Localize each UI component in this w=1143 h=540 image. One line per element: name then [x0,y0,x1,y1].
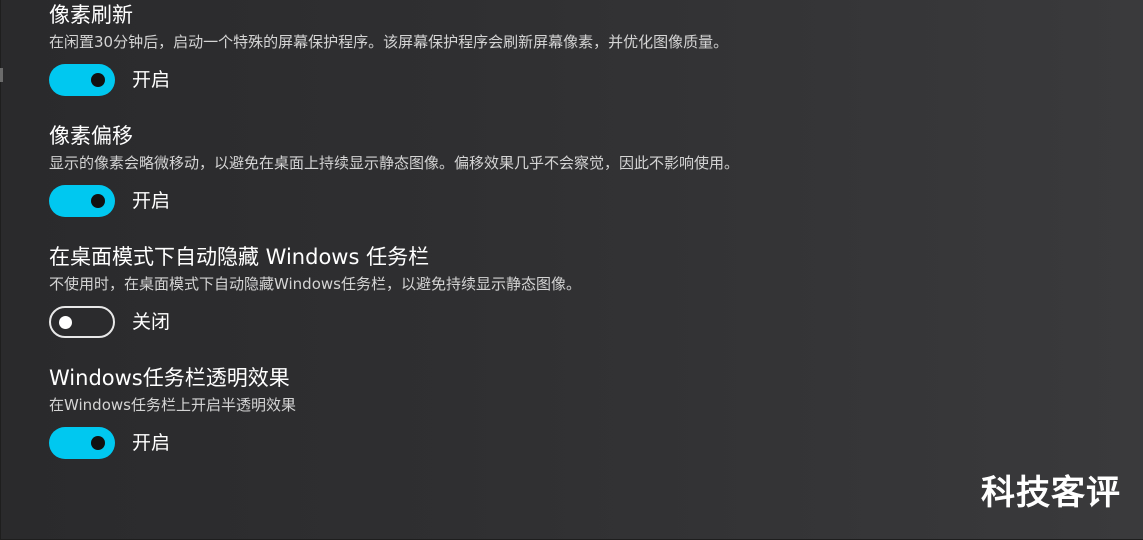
setting-pixel-refresh: 像素刷新 在闲置30分钟后，启动一个特殊的屏幕保护程序。该屏幕保护程序会刷新屏幕… [49,1,1089,96]
toggle-knob [91,73,105,87]
toggle-knob [91,436,105,450]
toggle-state-label: 开启 [132,432,171,454]
setting-taskbar-transparency: Windows任务栏透明效果 在Windows任务栏上开启半透明效果 开启 [49,364,1089,459]
setting-auto-hide-taskbar: 在桌面模式下自动隐藏 Windows 任务栏 不使用时，在桌面模式下自动隐藏Wi… [49,243,1089,338]
window-edge-handle [0,68,3,82]
toggle-row: 开启 [49,185,1089,217]
setting-description: 在闲置30分钟后，启动一个特殊的屏幕保护程序。该屏幕保护程序会刷新屏幕像素，并优… [49,33,729,51]
setting-description: 在Windows任务栏上开启半透明效果 [49,396,296,414]
setting-title: 像素偏移 [49,124,133,148]
toggle-knob [91,194,105,208]
toggle-row: 开启 [49,427,1089,459]
toggle-row: 开启 [49,64,1089,96]
setting-title: Windows任务栏透明效果 [49,366,290,390]
setting-description: 显示的像素会略微移动，以避免在桌面上持续显示静态图像。偏移效果几乎不会察觉，因此… [49,154,740,172]
toggle-state-label: 开启 [132,190,171,212]
toggle-knob [59,315,72,329]
pixel-refresh-toggle[interactable] [49,64,115,96]
pixel-shift-toggle[interactable] [49,185,115,217]
toggle-row: 关闭 [49,306,1089,338]
setting-pixel-shift: 像素偏移 显示的像素会略微移动，以避免在桌面上持续显示静态图像。偏移效果几乎不会… [49,122,1089,217]
taskbar-transparency-toggle[interactable] [49,427,115,459]
auto-hide-taskbar-toggle[interactable] [49,306,115,338]
watermark-text: 科技客评 [981,473,1121,513]
setting-title: 在桌面模式下自动隐藏 Windows 任务栏 [49,245,430,269]
setting-description: 不使用时，在桌面模式下自动隐藏Windows任务栏，以避免持续显示静态图像。 [49,275,581,293]
toggle-state-label: 关闭 [132,311,171,333]
toggle-state-label: 开启 [132,69,171,91]
setting-title: 像素刷新 [49,3,133,27]
